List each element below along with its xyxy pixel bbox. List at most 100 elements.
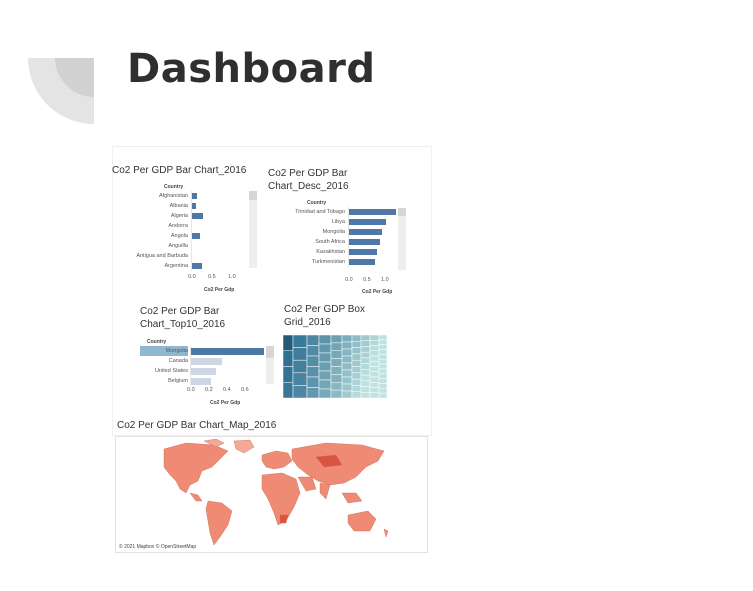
treemap-cell[interactable]	[330, 366, 343, 375]
sheet-map[interactable]: Co2 Per GDP Bar Chart_Map_2016	[117, 419, 276, 432]
bar[interactable]	[190, 368, 217, 375]
treemap-cell[interactable]	[360, 369, 371, 376]
treemap-cell[interactable]	[360, 363, 371, 370]
treemap-cell[interactable]	[283, 350, 294, 367]
treemap-cell[interactable]	[318, 335, 332, 345]
row-label[interactable]: Libya	[270, 219, 345, 225]
scrollbar[interactable]	[398, 208, 406, 270]
row-label[interactable]: Belgium	[140, 378, 188, 384]
treemap-cell[interactable]	[369, 335, 380, 341]
treemap-cell[interactable]	[318, 388, 332, 398]
treemap-cell[interactable]	[369, 392, 380, 398]
treemap[interactable]	[283, 335, 387, 398]
bar[interactable]	[190, 348, 264, 355]
row-label[interactable]: South Africa	[270, 239, 345, 245]
treemap-cell[interactable]	[360, 386, 371, 393]
treemap-cell[interactable]	[330, 358, 343, 367]
scrollbar[interactable]	[249, 191, 257, 268]
treemap-cell[interactable]	[360, 380, 371, 387]
treemap-cell[interactable]	[306, 345, 320, 357]
treemap-cell[interactable]	[351, 341, 362, 348]
treemap-cell[interactable]	[341, 362, 353, 371]
row-label[interactable]: Argentina	[112, 263, 188, 269]
row-label[interactable]: Turkmenistan	[270, 259, 345, 265]
treemap-cell[interactable]	[351, 335, 362, 342]
treemap-cell[interactable]	[283, 382, 294, 398]
treemap-cell[interactable]	[369, 350, 380, 357]
treemap-cell[interactable]	[360, 351, 371, 359]
treemap-cell[interactable]	[369, 355, 380, 362]
bar[interactable]	[190, 358, 222, 365]
treemap-cell[interactable]	[351, 347, 362, 355]
treemap-cell[interactable]	[306, 355, 320, 367]
treemap-cell[interactable]	[341, 369, 353, 378]
sheet-box-grid[interactable]: Co2 Per GDP Box Grid_2016	[284, 303, 365, 329]
treemap-cell[interactable]	[360, 392, 371, 398]
scrollbar-thumb[interactable]	[266, 346, 274, 358]
treemap-cell[interactable]	[306, 387, 320, 399]
treemap-cell[interactable]	[318, 352, 332, 363]
treemap-cell[interactable]	[378, 339, 387, 345]
row-label[interactable]: Trinidad and Tobago	[270, 209, 345, 215]
row-label[interactable]: Albania	[112, 203, 188, 209]
bar[interactable]	[190, 378, 211, 385]
treemap-cell[interactable]	[378, 373, 387, 379]
bar[interactable]	[191, 213, 203, 219]
bar[interactable]	[191, 233, 201, 239]
treemap-cell[interactable]	[330, 335, 343, 344]
treemap-cell[interactable]	[306, 335, 320, 346]
treemap-cell[interactable]	[351, 353, 362, 361]
treemap-cell[interactable]	[369, 382, 380, 388]
treemap-cell[interactable]	[369, 371, 380, 378]
bar[interactable]	[348, 249, 377, 255]
treemap-cell[interactable]	[369, 340, 380, 346]
world-map[interactable]: © 2021 Mapbox © OpenStreetMap	[115, 436, 428, 553]
row-label[interactable]: Antigua and Barbuda	[112, 253, 188, 259]
treemap-cell[interactable]	[378, 368, 387, 375]
treemap-cell[interactable]	[351, 366, 362, 374]
treemap-cell[interactable]	[330, 374, 343, 383]
treemap-cell[interactable]	[318, 379, 332, 390]
treemap-cell[interactable]	[330, 389, 343, 398]
row-label[interactable]: United States	[140, 368, 188, 374]
treemap-cell[interactable]	[292, 359, 308, 374]
treemap-cell[interactable]	[360, 335, 371, 341]
treemap-cell[interactable]	[292, 335, 308, 348]
treemap-cell[interactable]	[369, 361, 380, 367]
treemap-cell[interactable]	[351, 372, 362, 380]
row-label[interactable]: Anguilla	[112, 243, 188, 249]
treemap-cell[interactable]	[351, 378, 362, 386]
treemap-cell[interactable]	[341, 376, 353, 385]
treemap-cell[interactable]	[292, 372, 308, 386]
treemap-cell[interactable]	[360, 346, 371, 353]
treemap-cell[interactable]	[369, 366, 380, 372]
treemap-cell[interactable]	[341, 335, 353, 343]
treemap-cell[interactable]	[292, 347, 308, 361]
treemap-cell[interactable]	[318, 361, 332, 372]
sheet-bar-chart-top10[interactable]: Co2 Per GDP Bar Chart_Top10_2016	[140, 305, 225, 331]
treemap-cell[interactable]	[378, 344, 387, 350]
treemap-cell[interactable]	[330, 350, 343, 359]
treemap-cell[interactable]	[369, 387, 380, 393]
treemap-cell[interactable]	[378, 335, 387, 341]
treemap-cell[interactable]	[318, 343, 332, 354]
sheet-bar-chart-desc[interactable]: Co2 Per GDP Bar Chart_Desc_2016	[268, 167, 349, 193]
treemap-cell[interactable]	[341, 348, 353, 357]
treemap-cell[interactable]	[341, 390, 353, 398]
scrollbar-thumb[interactable]	[249, 191, 257, 200]
treemap-cell[interactable]	[341, 341, 353, 350]
row-label[interactable]: Afghanistan	[112, 193, 188, 199]
treemap-cell[interactable]	[306, 366, 320, 378]
row-label[interactable]: Canada	[140, 358, 188, 364]
treemap-cell[interactable]	[292, 385, 308, 398]
treemap-cell[interactable]	[351, 391, 362, 398]
treemap-cell[interactable]	[341, 383, 353, 392]
treemap-cell[interactable]	[369, 345, 380, 351]
treemap-cell[interactable]	[341, 355, 353, 364]
treemap-cell[interactable]	[318, 370, 332, 381]
treemap-cell[interactable]	[369, 376, 380, 383]
treemap-cell[interactable]	[306, 376, 320, 388]
row-label[interactable]: Mongolia	[270, 229, 345, 235]
treemap-cell[interactable]	[330, 382, 343, 391]
treemap-cell[interactable]	[378, 383, 387, 389]
